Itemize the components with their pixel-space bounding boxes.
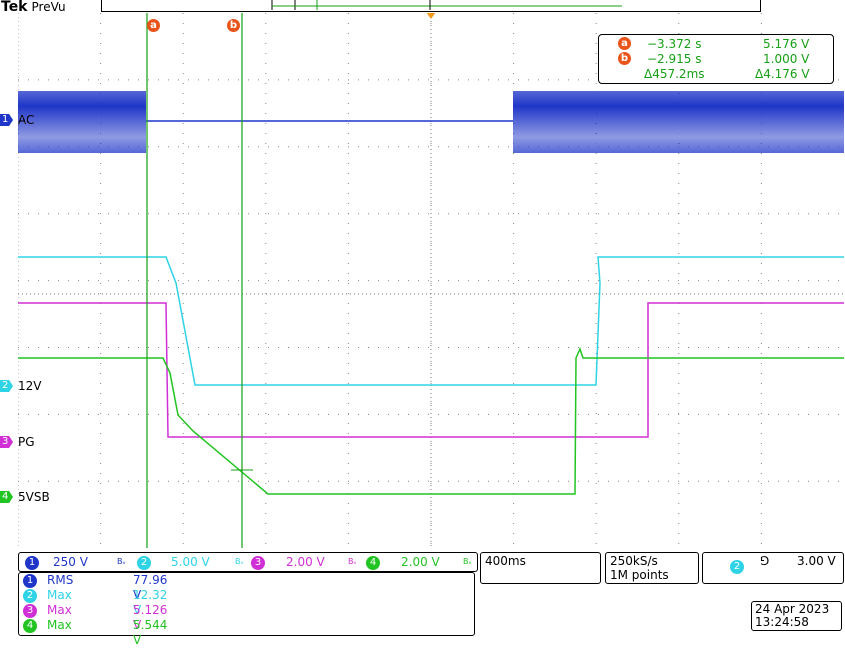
trigger-box[interactable]: 2 ⅁ 3.00 V	[702, 552, 844, 584]
ch1-label: AC	[18, 113, 35, 127]
record-view-bar[interactable]	[101, 0, 761, 12]
ch1-marker[interactable]: 1	[0, 114, 13, 126]
measurements-panel: 1 RMS 77.96 V 2 Max 12.32 V 3 Max 5.126 V 4 Max…	[18, 572, 475, 647]
ch4-scale[interactable]: 2.00 V	[401, 553, 440, 571]
ch4-label: 5VSB	[18, 490, 50, 504]
ch4-bw-indicator: Bᵥ	[463, 557, 472, 566]
ch2-bw-indicator: Bᵥ	[235, 557, 244, 566]
sample-rate: 250kS/s	[610, 554, 658, 568]
time-label: 13:24:58	[755, 615, 809, 629]
acquisition-box[interactable]: 250kS/s 1M points	[605, 552, 699, 584]
datetime-box: 24 Apr 2023 13:24:58	[751, 601, 842, 631]
ch3-scale[interactable]: 2.00 V	[286, 553, 325, 571]
date-label: 24 Apr 2023	[755, 602, 830, 616]
ch3-bw-indicator: Bᵥ	[348, 557, 357, 566]
waveform-display[interactable]	[18, 13, 844, 548]
ch3-label: PG	[18, 435, 35, 449]
ch2-scale[interactable]: 5.00 V	[171, 553, 210, 571]
ch2-label: 12V	[18, 379, 42, 393]
timebase-value: 400ms	[485, 554, 526, 568]
cursor-readout: a −3.372 s 5.176 V b −2.915 s 1.000 V Δ457.2…	[598, 34, 834, 84]
cursor-b-flag[interactable]: b	[227, 13, 240, 32]
trigger-level: 3.00 V	[797, 554, 836, 568]
mode-label: PreVu	[31, 0, 66, 14]
vertical-settings-bar[interactable]: 1 250 V Bᵥ 2 5.00 V Bᵥ 3 2.00 V Bᵥ 4 2.0…	[18, 552, 478, 572]
ch4-marker[interactable]: 4	[0, 491, 13, 503]
ch3-marker[interactable]: 3	[0, 436, 13, 448]
ch1-scale[interactable]: 250 V	[53, 553, 88, 571]
ch1-bw-indicator: Bᵥ	[117, 557, 126, 566]
trigger-slope-icon: ⅁	[760, 554, 770, 568]
ch2-marker[interactable]: 2	[0, 380, 13, 392]
record-length: 1M points	[610, 568, 669, 582]
timebase-box[interactable]: 400ms	[480, 552, 601, 584]
cursor-a-flag[interactable]: a	[147, 13, 160, 32]
trigger-source: 2	[730, 559, 744, 574]
